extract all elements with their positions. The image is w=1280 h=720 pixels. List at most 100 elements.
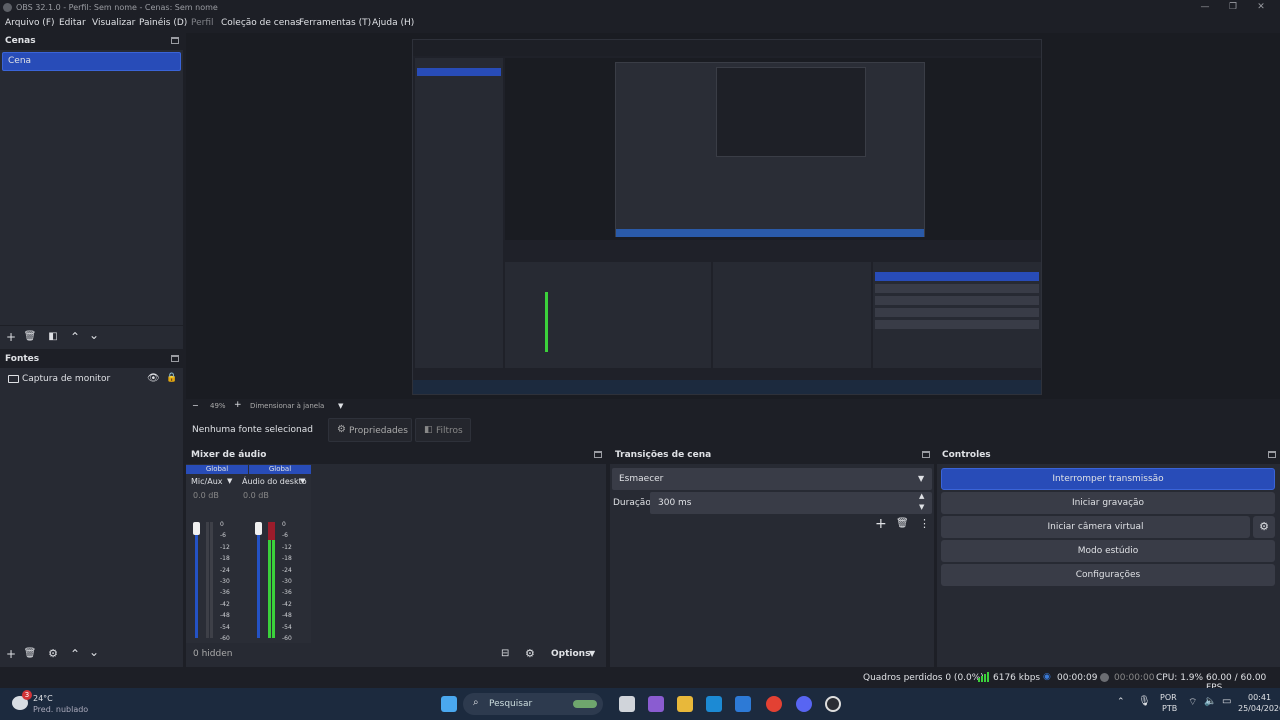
scale-tick: -18 — [220, 555, 230, 563]
move-down-icon[interactable]: ⌄ — [87, 646, 101, 658]
float-icon[interactable] — [922, 451, 930, 458]
spin-up-icon[interactable]: ▲ — [919, 492, 924, 500]
zoom-level: 49% — [210, 402, 226, 410]
options-button[interactable]: Options — [551, 649, 590, 659]
volume-icon[interactable]: 🔈 — [1204, 696, 1216, 707]
menu-arquivo[interactable]: Arquivo (F) — [5, 18, 55, 28]
float-icon[interactable] — [1268, 451, 1276, 458]
nested-transitions — [713, 262, 871, 368]
taskbar-search[interactable]: ⌕ Pesquisar — [463, 693, 603, 715]
scale-select[interactable]: Dimensionar à janela — [250, 402, 324, 410]
options-dropdown-icon[interactable]: ▼ — [589, 649, 595, 658]
menu-ferramentas[interactable]: Ferramentas (T) — [299, 18, 371, 28]
source-item[interactable]: Captura de monitor 👁 🔒 — [2, 372, 181, 388]
scene-filters-icon[interactable]: ◧ — [46, 331, 60, 343]
menu-paineis[interactable]: Painéis (D) — [139, 18, 187, 28]
discord-icon[interactable] — [796, 696, 812, 712]
clock-time[interactable]: 00:41 — [1248, 693, 1271, 702]
windows-start-icon[interactable] — [441, 696, 457, 712]
channel-menu-icon[interactable]: ▼ — [300, 477, 305, 485]
layout-icon[interactable]: ⊟ — [501, 648, 509, 659]
battery-icon[interactable]: ▭ — [1222, 696, 1231, 707]
microphone-icon[interactable]: 🎙 — [1138, 696, 1151, 707]
signal-bars-icon — [978, 672, 989, 682]
move-up-icon[interactable]: ⌃ — [68, 331, 82, 343]
weather-temp: 24°C — [33, 694, 53, 703]
scale-dropdown-icon[interactable]: ▼ — [338, 402, 343, 410]
scene-item-cena[interactable]: Cena — [2, 52, 181, 71]
properties-button[interactable]: ⚙ Propriedades — [328, 418, 412, 442]
language-2[interactable]: PTB — [1162, 704, 1177, 713]
close-button[interactable]: ✕ — [1246, 0, 1276, 15]
filters-button[interactable]: ◧ Filtros — [415, 418, 471, 442]
zoom-out-button[interactable]: − — [192, 401, 199, 410]
cpu-usage: CPU: 1.9% — [1156, 673, 1204, 683]
mixer-channels: Global Mic/Aux ▼ 0.0 dB 0 -6 -12 -18 -24 -30 -… — [186, 464, 311, 654]
status-bar: Quadros perdidos 0 (0.0%) 6176 kbps ◉ 00… — [0, 668, 1280, 693]
nested-selected — [417, 68, 501, 76]
start-recording-button[interactable]: Iniciar gravação — [941, 492, 1275, 514]
add-source-icon[interactable]: + — [4, 648, 18, 660]
scale-tick: 0 — [220, 521, 224, 528]
channel-db: 0.0 dB — [193, 491, 219, 500]
studio-mode-button[interactable]: Modo estúdio — [941, 540, 1275, 562]
menu-perfil[interactable]: Perfil — [191, 18, 214, 28]
duration-input[interactable]: 300 ms ▲ ▼ — [650, 492, 932, 514]
menu-visualizar[interactable]: Visualizar — [92, 18, 135, 28]
add-scene-icon[interactable]: + — [4, 331, 18, 343]
store-icon[interactable] — [706, 696, 722, 712]
scale-tick: -6 — [282, 532, 288, 540]
scale-tick: -12 — [282, 543, 292, 551]
float-icon[interactable] — [594, 451, 602, 458]
obs-taskbar-icon[interactable] — [825, 696, 841, 712]
transition-menu-icon[interactable]: ⋮ — [919, 517, 930, 530]
source-properties-gear-icon[interactable]: ⚙ — [46, 648, 60, 660]
minimize-button[interactable]: — — [1190, 0, 1220, 15]
menu-ajuda[interactable]: Ajuda (H) — [372, 18, 414, 28]
remove-transition-icon[interactable]: 🗑 — [896, 518, 909, 529]
channel-menu-icon[interactable]: ▼ — [227, 477, 232, 485]
settings-button[interactable]: Configurações — [941, 564, 1275, 586]
maximize-button[interactable]: ❐ — [1218, 0, 1248, 15]
duration-label: Duração — [613, 498, 651, 508]
file-explorer-icon[interactable] — [677, 696, 693, 712]
wifi-icon[interactable]: ⌔ — [1188, 696, 1197, 709]
stop-stream-button[interactable]: Interromper transmissão — [941, 468, 1275, 490]
remove-scene-icon[interactable]: 🗑 — [23, 331, 37, 343]
menu-colecao-cenas[interactable]: Coleção de cenas — [221, 18, 300, 28]
spin-down-icon[interactable]: ▼ — [919, 503, 924, 511]
volume-slider-track[interactable] — [195, 522, 198, 638]
scale-tick: -18 — [282, 555, 292, 563]
copilot-icon[interactable] — [648, 696, 664, 712]
move-down-icon[interactable]: ⌄ — [87, 329, 101, 341]
nested-scenes — [415, 58, 503, 368]
virtual-camera-button[interactable]: Iniciar câmera virtual — [941, 516, 1250, 538]
bitrate: 6176 kbps — [993, 673, 1041, 683]
volume-slider-handle[interactable] — [255, 522, 262, 535]
tray-chevron-icon[interactable]: ⌃ — [1117, 697, 1125, 707]
language-1[interactable]: POR — [1160, 693, 1177, 702]
source-label: Captura de monitor — [22, 374, 111, 384]
chrome-icon[interactable] — [766, 696, 782, 712]
channel-name: Áudio do deskto — [242, 477, 307, 486]
clock-date[interactable]: 25/04/2026 — [1238, 704, 1280, 713]
task-view-icon[interactable] — [619, 696, 635, 712]
move-up-icon[interactable]: ⌃ — [68, 648, 82, 660]
transition-select[interactable]: Esmaecer ▼ — [612, 468, 932, 490]
zoom-in-button[interactable]: + — [234, 400, 242, 410]
sources-title: Fontes — [0, 351, 183, 368]
preview-canvas[interactable] — [412, 39, 1042, 395]
advanced-gear-icon[interactable]: ⚙ — [525, 647, 535, 660]
visibility-eye-icon[interactable]: 👁 — [147, 373, 160, 384]
float-icon[interactable] — [171, 355, 179, 362]
menu-editar[interactable]: Editar — [59, 18, 86, 28]
add-transition-icon[interactable]: + — [875, 516, 887, 532]
nested-preview — [505, 58, 1041, 240]
volume-slider-track[interactable] — [257, 522, 260, 638]
lock-icon[interactable]: 🔒 — [166, 373, 177, 383]
virtual-camera-gear-icon[interactable]: ⚙ — [1253, 516, 1275, 538]
app-icon[interactable] — [735, 696, 751, 712]
float-icon[interactable] — [171, 37, 179, 44]
remove-source-icon[interactable]: 🗑 — [23, 648, 37, 660]
volume-slider-handle[interactable] — [193, 522, 200, 535]
